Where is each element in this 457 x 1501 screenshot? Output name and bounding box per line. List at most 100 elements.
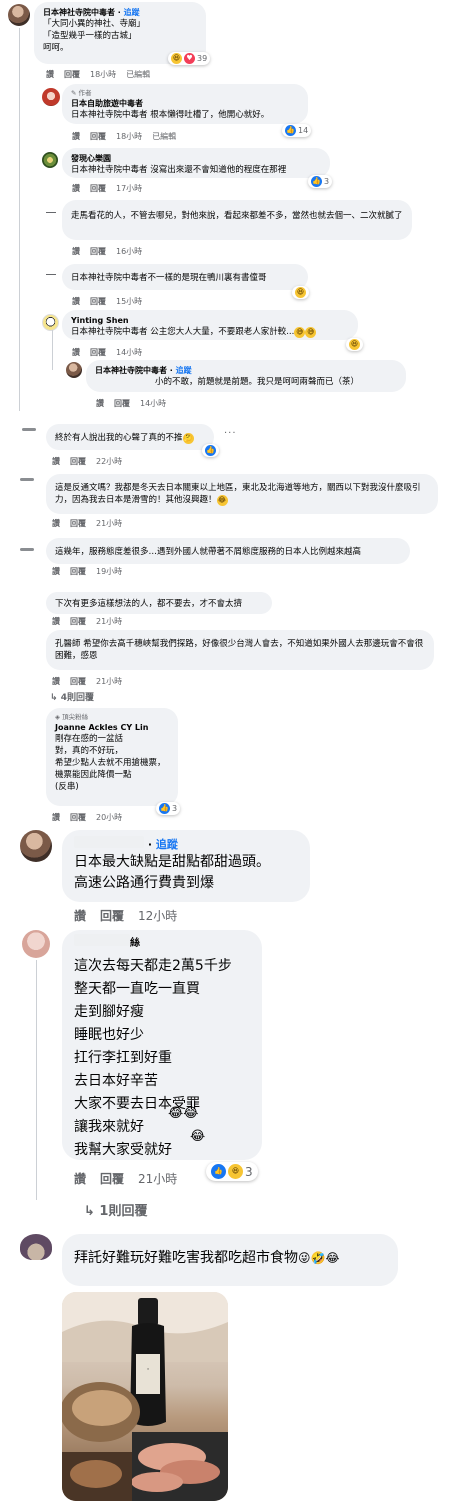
comment-bubble: · 追蹤 日本最大缺點是甜點都甜過頭。 高速公路通行費貴到爆: [62, 830, 310, 902]
comment-author[interactable]: 日本神社寺院中毒者: [95, 366, 167, 375]
reply-button[interactable]: 回覆: [100, 909, 124, 923]
comment-text: 日本神社寺院中毒者 沒寫出來還不會知道他的程度在那裡: [71, 165, 287, 175]
view-replies-link[interactable]: ↳ 4則回覆: [50, 690, 94, 703]
comment-text: 終於有人說出我的心聲了真的不推: [55, 433, 183, 443]
sweat-smile-icon: 😅: [305, 327, 317, 338]
follow-link[interactable]: 追蹤: [176, 366, 192, 375]
like-button[interactable]: 讚: [74, 1172, 86, 1186]
timestamp[interactable]: 15小時: [116, 297, 142, 306]
like-button[interactable]: 讚: [72, 184, 80, 193]
reply-button[interactable]: 回覆: [90, 247, 106, 256]
comment-meta: 讚 回覆 21小時: [52, 616, 132, 627]
reply-button[interactable]: 回覆: [90, 297, 106, 306]
food-photo[interactable]: ·: [62, 1292, 228, 1501]
timestamp[interactable]: 21小時: [96, 677, 122, 686]
avatar[interactable]: [42, 88, 60, 106]
comment-bubble: 發現心樂園 日本神社寺院中毒者 沒寫出來還不會知道他的程度在那裡: [62, 148, 330, 178]
reaction-count[interactable]: 👍 3: [308, 175, 333, 188]
comment-text: 「大同小異的神社、寺廟」 「造型幾乎一樣的古城」 呵呵。: [43, 19, 146, 53]
comment-bubble: 絲 這次去每天都走2萬5千步 整天都一直吃一直買 走到腳好瘦 睡眠也好少 扛行李…: [62, 930, 262, 1160]
comment-text: 剛存在感的一盆話 對，真的不好玩， 希望少點人去就不用搶機票， 機票能因此降價一…: [55, 734, 166, 792]
comment-author[interactable]: 日本神社寺院中毒者: [43, 8, 115, 17]
comment-text: 這幾年，服務態度差很多…遇到外國人就帶著不屑態度服務的日本人比例越來越高: [55, 547, 362, 557]
like-button[interactable]: 讚: [72, 132, 80, 141]
like-button[interactable]: 讚: [52, 567, 60, 576]
reaction-count[interactable]: 😆: [292, 286, 309, 299]
avatar[interactable]: [42, 314, 59, 331]
love-icon: ♥: [184, 53, 195, 64]
reaction-count[interactable]: 👍: [202, 444, 219, 457]
timestamp[interactable]: 21小時: [96, 519, 122, 528]
comment-author[interactable]: 發現心樂園: [71, 153, 321, 164]
avatar[interactable]: [8, 4, 30, 26]
comment-bubble: 日本神社寺院中毒者 · 追蹤 小的不敢，前題就是前題。我只是呵呵兩聲而已（茶）: [86, 360, 406, 392]
avatar[interactable]: [42, 152, 58, 168]
reply-button[interactable]: 回覆: [90, 184, 106, 193]
timestamp[interactable]: 21小時: [138, 1172, 177, 1186]
like-button[interactable]: 讚: [72, 297, 80, 306]
reply-button[interactable]: 回覆: [114, 399, 130, 408]
comment-meta: 讚 回覆 16小時: [72, 246, 152, 257]
comment-meta: 讚 回覆 17小時: [72, 183, 152, 194]
follow-link[interactable]: 追蹤: [156, 838, 178, 851]
reply-button[interactable]: 回覆: [90, 348, 106, 357]
comment-author[interactable]: 日本自助旅遊中毒者: [71, 98, 299, 109]
follow-link[interactable]: 追蹤: [124, 8, 140, 17]
like-button[interactable]: 讚: [52, 677, 60, 686]
emoji-icons: 😜🤣😂: [298, 1251, 340, 1265]
reply-button[interactable]: 回覆: [70, 677, 86, 686]
more-options-icon[interactable]: ···: [224, 428, 237, 439]
timestamp[interactable]: 12小時: [138, 909, 177, 923]
view-replies-link[interactable]: ↳ 1則回覆: [84, 1200, 147, 1219]
avatar[interactable]: [20, 830, 52, 862]
like-button[interactable]: 讚: [72, 247, 80, 256]
timestamp[interactable]: 17小時: [116, 184, 142, 193]
food-photo-illustration: ·: [62, 1292, 228, 1501]
edited-label: 已編輯: [126, 70, 151, 79]
comment-author[interactable]: Yinting Shen: [71, 315, 349, 326]
reply-button[interactable]: 回覆: [70, 567, 86, 576]
timestamp[interactable]: 19小時: [96, 567, 122, 576]
like-button[interactable]: 讚: [52, 519, 60, 528]
reaction-count[interactable]: 👍 14: [282, 124, 312, 137]
avatar[interactable]: [66, 362, 82, 378]
reply-button[interactable]: 回覆: [100, 1172, 124, 1186]
timestamp[interactable]: 18小時: [116, 132, 142, 141]
reply-button[interactable]: 回覆: [70, 617, 86, 626]
like-button[interactable]: 讚: [46, 70, 54, 79]
timestamp[interactable]: 14小時: [140, 399, 166, 408]
reaction-count[interactable]: 😆 ♥ 39: [168, 52, 211, 65]
like-button[interactable]: 讚: [52, 457, 60, 466]
reply-button[interactable]: 回覆: [64, 70, 80, 79]
haha-icon: 😂: [216, 495, 228, 506]
reaction-count[interactable]: 👍 3: [156, 802, 181, 815]
avatar[interactable]: [22, 930, 50, 958]
timestamp[interactable]: 20小時: [96, 813, 122, 822]
timestamp[interactable]: 22小時: [96, 457, 122, 466]
reply-arrow-icon: ↳: [50, 693, 61, 703]
timestamp[interactable]: 16小時: [116, 247, 142, 256]
timestamp[interactable]: 14小時: [116, 348, 142, 357]
like-button[interactable]: 讚: [72, 348, 80, 357]
timestamp[interactable]: 21小時: [96, 617, 122, 626]
comment-author[interactable]: Joanne Ackles CY Lin: [55, 722, 169, 733]
reply-button[interactable]: 回覆: [90, 132, 106, 141]
like-button[interactable]: 讚: [52, 617, 60, 626]
timestamp[interactable]: 18小時: [90, 70, 116, 79]
reply-button[interactable]: 回覆: [70, 457, 86, 466]
like-icon: 👍: [205, 445, 216, 456]
reaction-count[interactable]: 😆: [346, 338, 363, 351]
like-button[interactable]: 讚: [96, 399, 104, 408]
comment-text: 走馬看花的人，不管去哪兒，對他來說，看起來都差不多，當然也就去個一、二次就膩了: [71, 211, 403, 221]
comment-bubble: 這幾年，服務態度差很多…遇到外國人就帶著不屑態度服務的日本人比例越來越高: [46, 538, 410, 564]
edited-label: 已編輯: [152, 132, 177, 141]
like-icon: 👍: [211, 1164, 226, 1179]
avatar[interactable]: [20, 1234, 52, 1260]
reaction-count[interactable]: 👍 😆 3: [206, 1162, 258, 1181]
like-button[interactable]: 讚: [52, 813, 60, 822]
comment-bubble: 日本神社寺院中毒者不一樣的是現在鴨川裏有書僮哥: [62, 264, 308, 290]
reply-button[interactable]: 回覆: [70, 519, 86, 528]
comment-author[interactable]: 絲: [130, 938, 140, 949]
reply-button[interactable]: 回覆: [70, 813, 86, 822]
like-button[interactable]: 讚: [74, 909, 86, 923]
